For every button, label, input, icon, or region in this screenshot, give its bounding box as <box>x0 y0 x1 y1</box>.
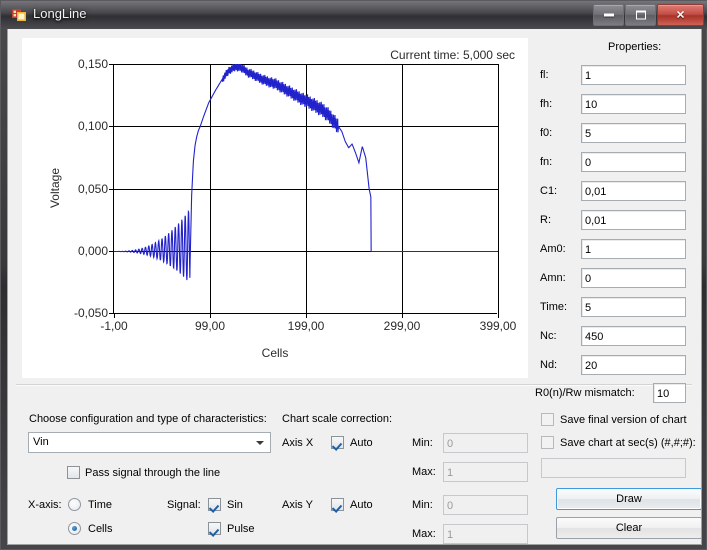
title-bar[interactable]: LongLine ✕ <box>1 1 707 29</box>
window-controls: ✕ <box>592 4 704 26</box>
label-fl: fl: <box>540 69 549 81</box>
input-nd[interactable] <box>581 355 686 375</box>
xtick-label-399: 399,00 <box>479 319 517 333</box>
save-at-secs-checkbox[interactable] <box>541 436 554 449</box>
xtick-label-199: 199,00 <box>287 319 325 333</box>
axis-x-max-label: Max: <box>412 466 436 478</box>
ytick-label-0.100: 0,100 <box>77 119 108 133</box>
axis-x-max-input <box>443 462 528 482</box>
input-time[interactable] <box>581 297 686 317</box>
maximize-icon <box>635 10 646 20</box>
signal-checkbox-pulse[interactable] <box>208 522 221 535</box>
xtick-label-299: 299,00 <box>383 319 421 333</box>
label-fh: fh: <box>540 98 553 110</box>
axis-x-auto-label: Auto <box>350 437 373 449</box>
chart-scale-title: Chart scale correction: <box>282 413 393 425</box>
input-amn[interactable] <box>581 268 686 288</box>
chart-x-axis-title: Cells <box>261 346 289 360</box>
input-am0[interactable] <box>581 239 686 259</box>
ytick-label--0.050: -0,050 <box>73 306 108 320</box>
input-fh[interactable] <box>581 94 686 114</box>
pass-signal-checkbox[interactable] <box>67 466 80 479</box>
signal-group-label: Signal: <box>167 499 201 511</box>
label-c1: C1: <box>540 185 558 197</box>
minimize-button[interactable] <box>593 4 624 26</box>
close-icon: ✕ <box>675 9 686 22</box>
input-mismatch[interactable] <box>653 383 686 403</box>
xtick-label-99: 99,00 <box>194 319 226 333</box>
axis-y-label: Axis Y <box>282 499 313 511</box>
chart-plot-area: 0,150 0,100 0,050 0,000 -0,050 -1,00 99,… <box>74 57 516 333</box>
axis-y-max-label: Max: <box>412 528 436 540</box>
xtick-label--1: -1,00 <box>100 319 128 333</box>
application-window: LongLine ✕ Current time: 5,000 sec Volta… <box>0 0 707 550</box>
input-r[interactable] <box>581 210 686 230</box>
axis-x-label: Axis X <box>282 437 314 449</box>
label-nc: Nc: <box>540 330 557 342</box>
signal-checkbox-sin-label: Sin <box>227 499 243 511</box>
properties-header: Properties: <box>608 41 662 53</box>
axis-y-auto-label: Auto <box>350 499 373 511</box>
signal-checkbox-pulse-label: Pulse <box>227 523 255 535</box>
configuration-selected-value: Vin <box>33 436 49 448</box>
input-f0[interactable] <box>581 123 686 143</box>
xaxis-radio-cells[interactable] <box>68 522 81 535</box>
clear-button[interactable]: Clear <box>556 517 701 539</box>
client-area: Current time: 5,000 sec Voltage Cells 0,… <box>7 29 702 545</box>
chevron-down-icon <box>256 441 264 445</box>
minimize-icon <box>603 13 614 17</box>
xaxis-radio-time-label: Time <box>88 499 113 511</box>
label-mismatch: R0(n)/Rw mismatch: <box>535 387 635 399</box>
chart-panel[interactable]: Current time: 5,000 sec Voltage Cells 0,… <box>22 38 528 378</box>
xaxis-radio-time[interactable] <box>68 498 81 511</box>
input-fn[interactable] <box>581 152 686 172</box>
section-divider <box>16 384 692 386</box>
label-f0: f0: <box>540 127 553 139</box>
pass-signal-label: Pass signal through the line <box>85 467 221 479</box>
ytick-label-0.050: 0,050 <box>77 182 108 196</box>
label-time: Time: <box>540 301 568 313</box>
input-fl[interactable] <box>581 65 686 85</box>
ytick-label-0.150: 0,150 <box>77 57 108 71</box>
axis-y-auto-checkbox[interactable] <box>331 498 344 511</box>
axis-y-max-input <box>443 524 528 544</box>
label-fn: fn: <box>540 156 553 168</box>
axis-y-min-input <box>443 495 528 515</box>
signal-checkbox-sin[interactable] <box>208 498 221 511</box>
xtick-mark-399 <box>498 313 499 318</box>
draw-button[interactable]: Draw <box>556 488 701 510</box>
axis-y-min-label: Min: <box>412 499 433 511</box>
input-c1[interactable] <box>581 181 686 201</box>
forms-app-icon <box>12 9 26 21</box>
configuration-title: Choose configuration and type of charact… <box>29 413 267 425</box>
chart-y-axis-title: Voltage <box>48 167 62 209</box>
label-am0: Am0: <box>540 243 566 255</box>
save-final-label: Save final version of chart <box>560 414 687 426</box>
configuration-dropdown[interactable]: Vin <box>28 432 271 453</box>
maximize-button[interactable] <box>625 4 656 26</box>
ytick-label-0.000: 0,000 <box>77 244 108 258</box>
axis-x-min-input <box>443 433 528 453</box>
label-nd: Nd: <box>540 359 558 371</box>
window-title: LongLine <box>33 6 87 21</box>
gridline-x-399 <box>498 64 499 314</box>
axis-x-auto-checkbox[interactable] <box>331 436 344 449</box>
axis-x-min-label: Min: <box>412 437 433 449</box>
chart-series-line <box>114 64 498 281</box>
label-r: R: <box>540 214 551 226</box>
save-at-secs-label: Save chart at sec(s) (#,#;#): <box>560 437 696 449</box>
current-time-label: Current time: 5,000 sec <box>390 48 515 62</box>
save-final-checkbox[interactable] <box>541 413 554 426</box>
xaxis-group-label: X-axis: <box>28 499 62 511</box>
save-at-secs-input[interactable] <box>541 458 686 478</box>
close-button[interactable]: ✕ <box>657 4 704 26</box>
input-nc[interactable] <box>581 326 686 346</box>
xaxis-radio-cells-label: Cells <box>88 523 113 535</box>
label-amn: Amn: <box>540 272 566 284</box>
